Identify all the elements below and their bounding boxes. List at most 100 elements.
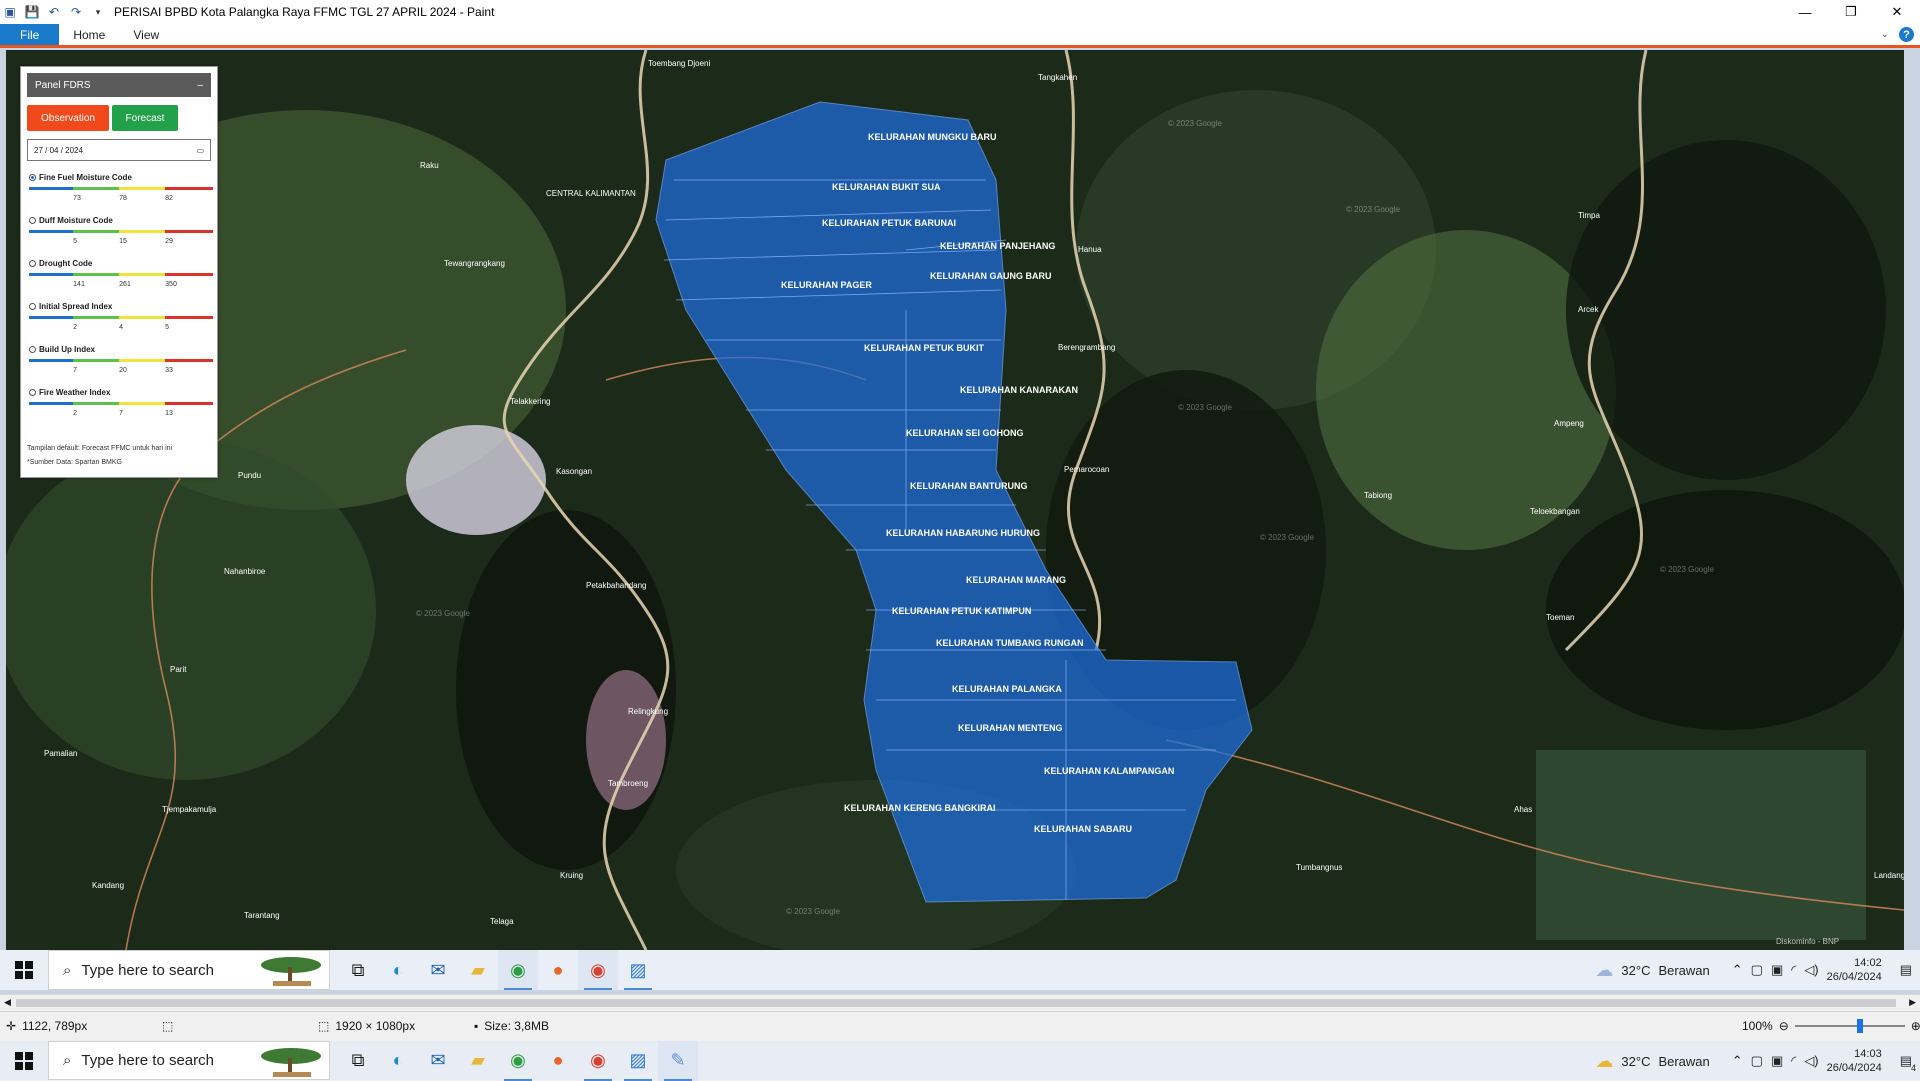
tray-overflow-icon[interactable]: ⌃ bbox=[1732, 1053, 1743, 1069]
panel-title: Panel FDRS bbox=[35, 79, 91, 91]
town-label: Nahanbiroe bbox=[224, 567, 266, 576]
close-button[interactable]: ✕ bbox=[1874, 0, 1920, 24]
task-view-icon[interactable]: ⧉ bbox=[338, 950, 378, 990]
kelurahan-label: KELURAHAN KANARAKAN bbox=[960, 385, 1078, 395]
chrome-icon[interactable]: ◉ bbox=[498, 950, 538, 990]
clock[interactable]: 14:02 26/04/2024 bbox=[1827, 956, 1882, 984]
index-label[interactable]: Duff Moisture Code bbox=[29, 216, 113, 225]
clock[interactable]: 14:03 26/04/2024 bbox=[1827, 1047, 1882, 1075]
town-label: Kasongan bbox=[556, 467, 592, 476]
zoom-slider[interactable] bbox=[1794, 1019, 1905, 1033]
customize-toolbar-icon[interactable]: ▾ bbox=[90, 4, 106, 20]
edge-icon[interactable]: ◐ bbox=[378, 1041, 418, 1081]
start-button[interactable] bbox=[0, 950, 48, 990]
help-icon[interactable]: ? bbox=[1899, 27, 1914, 42]
display-icon[interactable]: ▣ bbox=[1771, 962, 1783, 978]
volume-icon[interactable]: ◁) bbox=[1804, 962, 1818, 978]
calendar-icon[interactable]: ▭ bbox=[196, 146, 204, 155]
tab-file[interactable]: File bbox=[0, 24, 60, 45]
crosshair-icon: ✛ bbox=[6, 1019, 17, 1033]
photos-icon[interactable]: ▨ bbox=[618, 1041, 658, 1081]
edge-icon[interactable]: ◐ bbox=[378, 950, 418, 990]
redo-icon[interactable]: ↷ bbox=[68, 4, 84, 20]
tick-label: 73 bbox=[73, 195, 81, 202]
zoom-out-icon[interactable]: ⊖ bbox=[1779, 1019, 1789, 1033]
index-radio[interactable] bbox=[29, 303, 36, 310]
map-image[interactable]: KELURAHAN MUNGKU BARU KELURAHAN BUKIT SU… bbox=[6, 50, 1904, 950]
collapse-ribbon-icon[interactable]: ⌄ bbox=[1881, 29, 1889, 40]
chrome-profile-icon[interactable]: ◉ bbox=[578, 1041, 618, 1081]
chrome-profile-icon[interactable]: ◉ bbox=[578, 950, 618, 990]
collapse-panel-button[interactable]: – bbox=[197, 80, 203, 91]
tick-label: 261 bbox=[119, 281, 131, 288]
tab-view[interactable]: View bbox=[119, 24, 173, 45]
save-icon[interactable]: 💾 bbox=[24, 4, 40, 20]
file-explorer-icon[interactable]: ▰ bbox=[458, 1041, 498, 1081]
index-ticks: 7 20 33 bbox=[29, 367, 213, 377]
task-view-icon[interactable]: ⧉ bbox=[338, 1041, 378, 1081]
paint-app-icon[interactable]: ▣ bbox=[2, 4, 18, 20]
tray-overflow-icon[interactable]: ⌃ bbox=[1732, 962, 1743, 978]
weather-icon[interactable]: ☁ bbox=[1595, 1051, 1613, 1072]
index-option[interactable]: Drought Code 141 261 350 bbox=[25, 259, 213, 299]
index-option[interactable]: Fine Fuel Moisture Code 73 78 82 bbox=[25, 173, 213, 213]
observation-button[interactable]: Observation bbox=[27, 105, 109, 131]
zoom-in-icon[interactable]: ⊕ bbox=[1911, 1019, 1920, 1033]
index-option[interactable]: Duff Moisture Code 5 15 29 bbox=[25, 216, 213, 256]
scroll-thumb[interactable] bbox=[16, 999, 1896, 1007]
weather-temp[interactable]: 32°C bbox=[1621, 963, 1650, 978]
volume-icon[interactable]: ◁) bbox=[1804, 1053, 1818, 1069]
notification-icon[interactable]: ▤ 4 bbox=[1900, 1053, 1916, 1073]
weather-icon[interactable]: ☁ bbox=[1595, 960, 1613, 981]
scroll-left-icon[interactable]: ◀ bbox=[4, 997, 11, 1008]
minimize-button[interactable]: — bbox=[1782, 0, 1828, 24]
kelurahan-label: KELURAHAN SEI GOHONG bbox=[906, 428, 1024, 438]
search-box[interactable]: ⌕ Type here to search bbox=[48, 950, 330, 990]
maximize-button[interactable]: ❐ bbox=[1828, 0, 1874, 24]
title-bar: ▣ 💾 ↶ ↷ ▾ PERISAI BPBD Kota Palangka Ray… bbox=[0, 0, 1920, 24]
chrome-icon[interactable]: ◉ bbox=[498, 1041, 538, 1081]
index-option[interactable]: Build Up Index 7 20 33 bbox=[25, 345, 213, 385]
index-label[interactable]: Build Up Index bbox=[29, 345, 95, 354]
meet-icon[interactable]: ▢ bbox=[1751, 962, 1763, 978]
index-radio[interactable] bbox=[29, 217, 36, 224]
wifi-icon[interactable]: ◜ bbox=[1791, 1053, 1796, 1069]
mail-icon[interactable]: ✉ bbox=[418, 1041, 458, 1081]
index-label[interactable]: Initial Spread Index bbox=[29, 302, 112, 311]
scroll-right-icon[interactable]: ▶ bbox=[1909, 997, 1916, 1008]
firefox-icon[interactable]: ● bbox=[538, 1041, 578, 1081]
start-button[interactable] bbox=[0, 1041, 48, 1081]
search-box[interactable]: ⌕ Type here to search bbox=[48, 1041, 330, 1080]
photos-icon[interactable]: ▨ bbox=[618, 950, 658, 990]
town-label: Parit bbox=[170, 665, 187, 674]
tab-home[interactable]: Home bbox=[59, 24, 119, 45]
horizontal-scrollbar[interactable]: ◀ ▶ bbox=[0, 994, 1920, 1012]
file-explorer-icon[interactable]: ▰ bbox=[458, 950, 498, 990]
weather-desc[interactable]: Berawan bbox=[1658, 963, 1709, 978]
meet-icon[interactable]: ▢ bbox=[1751, 1053, 1763, 1069]
index-option[interactable]: Initial Spread Index 2 4 5 bbox=[25, 302, 213, 342]
notification-icon[interactable]: ▤ bbox=[1900, 962, 1912, 978]
mail-icon[interactable]: ✉ bbox=[418, 950, 458, 990]
index-radio[interactable] bbox=[29, 346, 36, 353]
index-label[interactable]: Drought Code bbox=[29, 259, 92, 268]
index-option[interactable]: Fire Weather Index 2 7 13 bbox=[25, 388, 213, 428]
index-radio[interactable] bbox=[29, 260, 36, 267]
weather-temp[interactable]: 32°C bbox=[1621, 1054, 1650, 1069]
wifi-icon[interactable]: ◜ bbox=[1791, 962, 1796, 978]
index-label[interactable]: Fine Fuel Moisture Code bbox=[29, 173, 132, 182]
weather-desc[interactable]: Berawan bbox=[1658, 1054, 1709, 1069]
kelurahan-label: KELURAHAN MENTENG bbox=[958, 723, 1063, 733]
index-label[interactable]: Fire Weather Index bbox=[29, 388, 110, 397]
index-radio[interactable] bbox=[29, 389, 36, 396]
firefox-icon[interactable]: ● bbox=[538, 950, 578, 990]
index-name: Initial Spread Index bbox=[39, 302, 113, 311]
paint-icon[interactable]: ✎ bbox=[658, 1040, 698, 1081]
undo-icon[interactable]: ↶ bbox=[46, 4, 62, 20]
index-radio[interactable] bbox=[29, 174, 36, 181]
display-icon[interactable]: ▣ bbox=[1771, 1053, 1783, 1069]
fdrs-panel: Panel FDRS – Observation Forecast 27 / 0… bbox=[20, 66, 218, 478]
zoom-slider-thumb[interactable] bbox=[1856, 1019, 1863, 1033]
forecast-button[interactable]: Forecast bbox=[112, 105, 178, 131]
date-input[interactable]: 27 / 04 / 2024 ▭ bbox=[27, 139, 211, 161]
